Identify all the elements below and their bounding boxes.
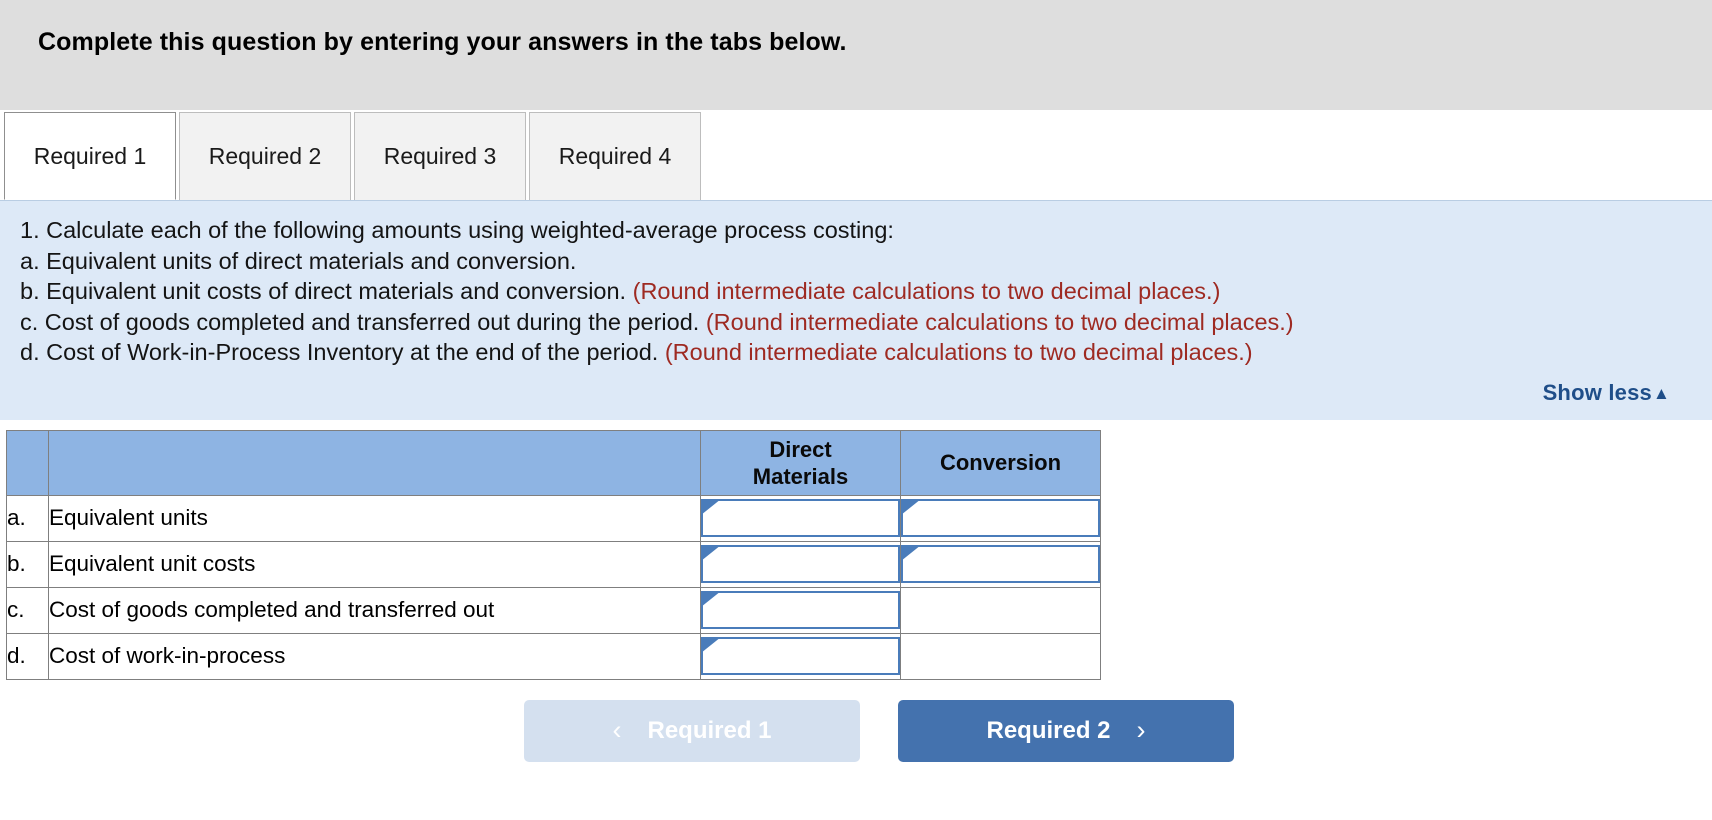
row-a-direct-materials-cell — [700, 494, 901, 542]
tab-required-4[interactable]: Required 4 — [529, 112, 701, 200]
row-label: Equivalent units — [48, 494, 701, 542]
row-label: Equivalent unit costs — [48, 540, 701, 588]
header-direct-materials: Direct Materials — [700, 429, 901, 496]
table-row: b. Equivalent unit costs — [6, 540, 1101, 588]
table-row: a. Equivalent units — [6, 494, 1101, 542]
instruction-line-a: a. Equivalent units of direct materials … — [20, 246, 1690, 277]
instruction-line-1: 1. Calculate each of the following amoun… — [20, 215, 1690, 246]
row-a-conversion-cell — [900, 494, 1101, 542]
row-c-direct-materials-input[interactable] — [701, 591, 900, 629]
tab-required-3[interactable]: Required 3 — [354, 112, 526, 200]
instruction-note: (Round intermediate calculations to two … — [705, 308, 1294, 335]
row-d-conversion-cell — [900, 632, 1101, 680]
tab-label: Required 1 — [33, 142, 147, 169]
tab-required-2[interactable]: Required 2 — [179, 112, 351, 200]
tab-strip: Required 1 Required 2 Required 3 Require… — [0, 110, 1712, 200]
tab-label: Required 4 — [558, 143, 672, 169]
show-less-link[interactable]: Show less▲ — [1543, 380, 1670, 406]
tab-list: Required 1 Required 2 Required 3 Require… — [4, 110, 1712, 200]
instruction-line-c: c. Cost of goods completed and transferr… — [20, 307, 1690, 338]
row-a-conversion-input[interactable] — [901, 499, 1100, 537]
row-b-conversion-cell — [900, 540, 1101, 588]
row-label: Cost of work-in-process — [48, 632, 701, 680]
header-direct-materials-line1: Direct — [769, 436, 832, 462]
answer-table-body: a. Equivalent units b. Equivalent unit c… — [6, 494, 1101, 680]
instructions-panel: 1. Calculate each of the following amoun… — [0, 200, 1712, 420]
answer-table-head: Direct Materials Conversion — [6, 429, 1101, 496]
table-row: c. Cost of goods completed and transferr… — [6, 586, 1101, 634]
show-less-container: Show less▲ — [20, 380, 1690, 406]
row-b-direct-materials-cell — [700, 540, 901, 588]
tab-navigation: ‹ Required 1 Required 2 › — [6, 699, 1712, 762]
show-less-label: Show less — [1542, 379, 1652, 405]
row-c-direct-materials-cell — [700, 586, 901, 634]
header-conversion: Conversion — [900, 429, 1101, 496]
table-header-row: Direct Materials Conversion — [6, 429, 1101, 496]
row-a-direct-materials-input[interactable] — [701, 499, 900, 537]
instruction-line-d: d. Cost of Work-in-Process Inventory at … — [20, 337, 1690, 368]
instruction-text: b. Equivalent unit costs of direct mater… — [20, 278, 633, 304]
row-letter: c. — [6, 586, 49, 634]
previous-required-button[interactable]: ‹ Required 1 — [524, 699, 860, 762]
row-d-direct-materials-input[interactable] — [701, 637, 900, 675]
row-letter: b. — [6, 540, 49, 588]
row-b-conversion-input[interactable] — [901, 545, 1100, 583]
tab-required-1[interactable]: Required 1 — [4, 112, 176, 200]
row-d-direct-materials-cell — [700, 632, 901, 680]
row-letter: d. — [6, 632, 49, 680]
answer-table-area: Direct Materials Conversion a. Equivalen… — [0, 420, 1712, 762]
row-b-direct-materials-input[interactable] — [701, 545, 900, 583]
row-letter: a. — [6, 494, 49, 542]
row-c-conversion-cell — [900, 586, 1101, 634]
chevron-left-icon: ‹ — [612, 715, 622, 745]
next-required-button[interactable]: Required 2 › — [898, 699, 1234, 762]
tab-label: Required 3 — [383, 143, 497, 169]
tab-label: Required 2 — [208, 143, 322, 169]
instruction-text: a. Equivalent units of direct materials … — [20, 247, 577, 274]
chevron-right-icon: › — [1136, 715, 1146, 745]
answer-table: Direct Materials Conversion a. Equivalen… — [6, 429, 1101, 680]
next-required-label: Required 2 — [986, 716, 1111, 744]
header-letter-column — [6, 429, 49, 496]
row-label: Cost of goods completed and transferred … — [48, 586, 701, 634]
instruction-note: (Round intermediate calculations to two … — [632, 278, 1221, 304]
header-direct-materials-line2: Materials — [752, 463, 849, 489]
header-description-column — [48, 429, 701, 496]
banner-title: Complete this question by entering your … — [38, 28, 847, 56]
instruction-text: d. Cost of Work-in-Process Inventory at … — [20, 339, 665, 365]
instruction-banner: Complete this question by entering your … — [0, 0, 1712, 110]
instruction-note: (Round intermediate calculations to two … — [664, 339, 1253, 365]
instruction-line-b: b. Equivalent unit costs of direct mater… — [20, 276, 1690, 307]
previous-required-label: Required 1 — [647, 716, 772, 744]
instruction-text: 1. Calculate each of the following amoun… — [20, 217, 894, 243]
table-row: d. Cost of work-in-process — [6, 632, 1101, 680]
instruction-text: c. Cost of goods completed and transferr… — [20, 308, 706, 335]
caret-up-icon: ▲ — [1652, 383, 1670, 403]
